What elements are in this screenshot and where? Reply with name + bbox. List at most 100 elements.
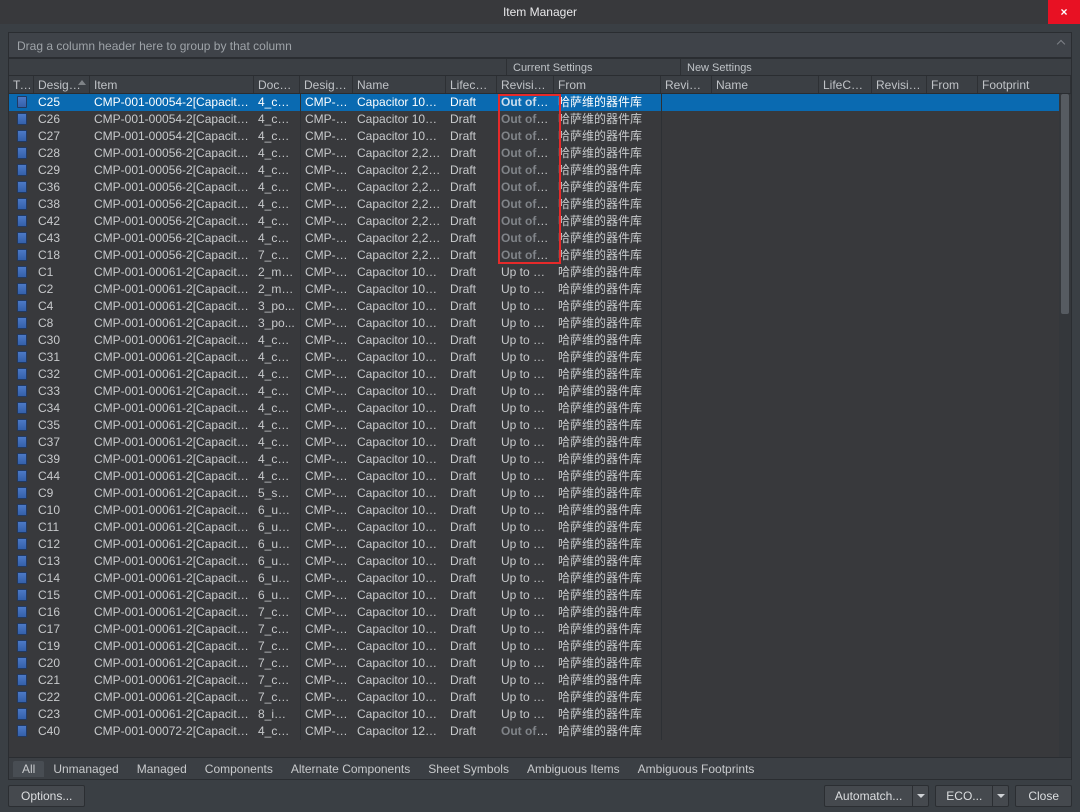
- automatch-button[interactable]: Automatch...: [824, 785, 929, 807]
- table-row[interactable]: C30CMP-001-00061-2[Capacitor 100nF...4_c…: [9, 332, 1071, 349]
- column-header-ditem[interactable]: Design It...: [300, 76, 353, 93]
- column-header-from2[interactable]: From: [927, 76, 978, 93]
- cell-from2: [927, 383, 978, 400]
- cell-life: Draft: [446, 655, 497, 672]
- grid-body[interactable]: C25CMP-001-00054-2[Capacitor 100µF...4_c…: [9, 94, 1071, 757]
- table-row[interactable]: C42CMP-001-00056-2[Capacitor 2,2µF ...4_…: [9, 213, 1071, 230]
- cell-rev2: [872, 349, 927, 366]
- cell-type: [9, 349, 34, 366]
- filter-tab-managed[interactable]: Managed: [128, 761, 196, 777]
- table-row[interactable]: C34CMP-001-00061-2[Capacitor 100nF...4_c…: [9, 400, 1071, 417]
- table-row[interactable]: C36CMP-001-00056-2[Capacitor 2,2µF ...4_…: [9, 179, 1071, 196]
- column-header-type[interactable]: Type: [9, 76, 34, 93]
- table-row[interactable]: C26CMP-001-00054-2[Capacitor 100µF...4_c…: [9, 111, 1071, 128]
- table-row[interactable]: C11CMP-001-00061-2[Capacitor 100nF...6_u…: [9, 519, 1071, 536]
- cell-desig: C1: [34, 264, 90, 281]
- filter-tabs[interactable]: AllUnmanagedManagedComponentsAlternate C…: [8, 758, 1072, 780]
- table-row[interactable]: C43CMP-001-00056-2[Capacitor 2,2µF ...4_…: [9, 230, 1071, 247]
- table-row[interactable]: C38CMP-001-00056-2[Capacitor 2,2µF ...4_…: [9, 196, 1071, 213]
- filter-tab-ambiguous-items[interactable]: Ambiguous Items: [518, 761, 629, 777]
- scrollbar-thumb[interactable]: [1061, 94, 1069, 314]
- table-row[interactable]: C33CMP-001-00061-2[Capacitor 100nF...4_c…: [9, 383, 1071, 400]
- column-header-from1[interactable]: From: [554, 76, 661, 93]
- filter-tab-sheet-symbols[interactable]: Sheet Symbols: [419, 761, 518, 777]
- column-header-desig[interactable]: Designator: [34, 76, 90, 93]
- column-header-name2[interactable]: Name: [712, 76, 819, 93]
- column-headers[interactable]: TypeDesignatorItemDocu...Design It...Nam…: [9, 76, 1071, 94]
- cell-type: [9, 519, 34, 536]
- table-row[interactable]: C15CMP-001-00061-2[Capacitor 100nF...6_u…: [9, 587, 1071, 604]
- table-row[interactable]: C27CMP-001-00054-2[Capacitor 100µF...4_c…: [9, 128, 1071, 145]
- filter-tab-components[interactable]: Components: [196, 761, 282, 777]
- table-row[interactable]: C19CMP-001-00061-2[Capacitor 100nF...7_c…: [9, 638, 1071, 655]
- cell-docu: 8_imu...: [254, 706, 300, 723]
- column-header-life2[interactable]: LifeCycle S...: [819, 76, 872, 93]
- table-row[interactable]: C25CMP-001-00054-2[Capacitor 100µF...4_c…: [9, 94, 1071, 111]
- column-header-name1[interactable]: Name: [353, 76, 446, 93]
- column-header-rhrid[interactable]: Revision HRID: [661, 76, 712, 93]
- column-header-rev2[interactable]: Revision St...: [872, 76, 927, 93]
- column-header-foot[interactable]: Footprint: [978, 76, 1071, 93]
- filter-tab-all[interactable]: All: [13, 761, 44, 777]
- vertical-scrollbar[interactable]: [1059, 94, 1071, 757]
- cell-from2: [927, 145, 978, 162]
- column-header-rev[interactable]: Revision S...: [497, 76, 554, 93]
- automatch-dropdown-icon[interactable]: [912, 786, 928, 806]
- table-row[interactable]: C4CMP-001-00061-2[Capacitor 100nF...3_po…: [9, 298, 1071, 315]
- table-row[interactable]: C20CMP-001-00061-2[Capacitor 100nF...7_c…: [9, 655, 1071, 672]
- table-row[interactable]: C21CMP-001-00061-2[Capacitor 100nF...7_c…: [9, 672, 1071, 689]
- cell-rev: Up to date: [497, 417, 554, 434]
- table-row[interactable]: C44CMP-001-00061-2[Capacitor 100nF...4_c…: [9, 468, 1071, 485]
- options-button[interactable]: Options...: [8, 785, 85, 807]
- group-by-header-bar[interactable]: Drag a column header here to group by th…: [8, 32, 1072, 58]
- table-row[interactable]: C14CMP-001-00061-2[Capacitor 100nF...6_u…: [9, 570, 1071, 587]
- cell-from2: [927, 451, 978, 468]
- eco-dropdown-icon[interactable]: [992, 786, 1008, 806]
- close-button[interactable]: ×: [1048, 0, 1080, 24]
- cell-rev: Up to date: [497, 553, 554, 570]
- cell-ditem: CMP-001...: [300, 230, 353, 247]
- close-dialog-button[interactable]: Close: [1015, 785, 1072, 807]
- cell-from1: 哈萨维的器件库: [554, 672, 661, 689]
- cell-rev: Up to date: [497, 434, 554, 451]
- column-header-life[interactable]: Lifecycle St...: [446, 76, 497, 93]
- table-row[interactable]: C22CMP-001-00061-2[Capacitor 100nF...7_c…: [9, 689, 1071, 706]
- table-row[interactable]: C8CMP-001-00061-2[Capacitor 100nF...3_po…: [9, 315, 1071, 332]
- column-header-item[interactable]: Item: [90, 76, 254, 93]
- table-row[interactable]: C39CMP-001-00061-2[Capacitor 100nF...4_c…: [9, 451, 1071, 468]
- table-row[interactable]: C35CMP-001-00061-2[Capacitor 100nF...4_c…: [9, 417, 1071, 434]
- column-header-docu[interactable]: Docu...: [254, 76, 300, 93]
- filter-tab-alternate-components[interactable]: Alternate Components: [282, 761, 419, 777]
- filter-tab-unmanaged[interactable]: Unmanaged: [44, 761, 127, 777]
- cell-ditem: CMP-001...: [300, 128, 353, 145]
- table-row[interactable]: C31CMP-001-00061-2[Capacitor 100nF...4_c…: [9, 349, 1071, 366]
- table-row[interactable]: C29CMP-001-00056-2[Capacitor 2,2µF ...4_…: [9, 162, 1071, 179]
- filter-tab-ambiguous-footprints[interactable]: Ambiguous Footprints: [629, 761, 764, 777]
- table-row[interactable]: C1CMP-001-00061-2[Capacitor 100nF...2_mb…: [9, 264, 1071, 281]
- table-row[interactable]: C9CMP-001-00061-2[Capacitor 100nF...5_sp…: [9, 485, 1071, 502]
- table-row[interactable]: C37CMP-001-00061-2[Capacitor 100nF...4_c…: [9, 434, 1071, 451]
- cell-from2: [927, 264, 978, 281]
- eco-button[interactable]: ECO...: [935, 785, 1009, 807]
- table-row[interactable]: C28CMP-001-00056-2[Capacitor 2,2µF ...4_…: [9, 145, 1071, 162]
- table-row[interactable]: C32CMP-001-00061-2[Capacitor 100nF...4_c…: [9, 366, 1071, 383]
- cell-name2: [712, 638, 819, 655]
- table-row[interactable]: C18CMP-001-00056-2[Capacitor 2,2µF ...7_…: [9, 247, 1071, 264]
- cell-rev2: [872, 179, 927, 196]
- cell-rhrid: [661, 264, 712, 281]
- table-row[interactable]: C12CMP-001-00061-2[Capacitor 100nF...6_u…: [9, 536, 1071, 553]
- table-row[interactable]: C2CMP-001-00061-2[Capacitor 100nF...2_mb…: [9, 281, 1071, 298]
- cell-foot: [978, 689, 1071, 706]
- component-icon: [17, 198, 27, 210]
- table-row[interactable]: C13CMP-001-00061-2[Capacitor 100nF...6_u…: [9, 553, 1071, 570]
- table-row[interactable]: C17CMP-001-00061-2[Capacitor 100nF...7_c…: [9, 621, 1071, 638]
- table-row[interactable]: C10CMP-001-00061-2[Capacitor 100nF...6_u…: [9, 502, 1071, 519]
- table-row[interactable]: C40CMP-001-00072-2[Capacitor 12pF ...4_c…: [9, 723, 1071, 740]
- cell-from2: [927, 434, 978, 451]
- cell-life2: [819, 706, 872, 723]
- cell-type: [9, 587, 34, 604]
- cell-life: Draft: [446, 536, 497, 553]
- table-row[interactable]: C23CMP-001-00061-2[Capacitor 100nF...8_i…: [9, 706, 1071, 723]
- cell-rev2: [872, 111, 927, 128]
- table-row[interactable]: C16CMP-001-00061-2[Capacitor 100nF...7_c…: [9, 604, 1071, 621]
